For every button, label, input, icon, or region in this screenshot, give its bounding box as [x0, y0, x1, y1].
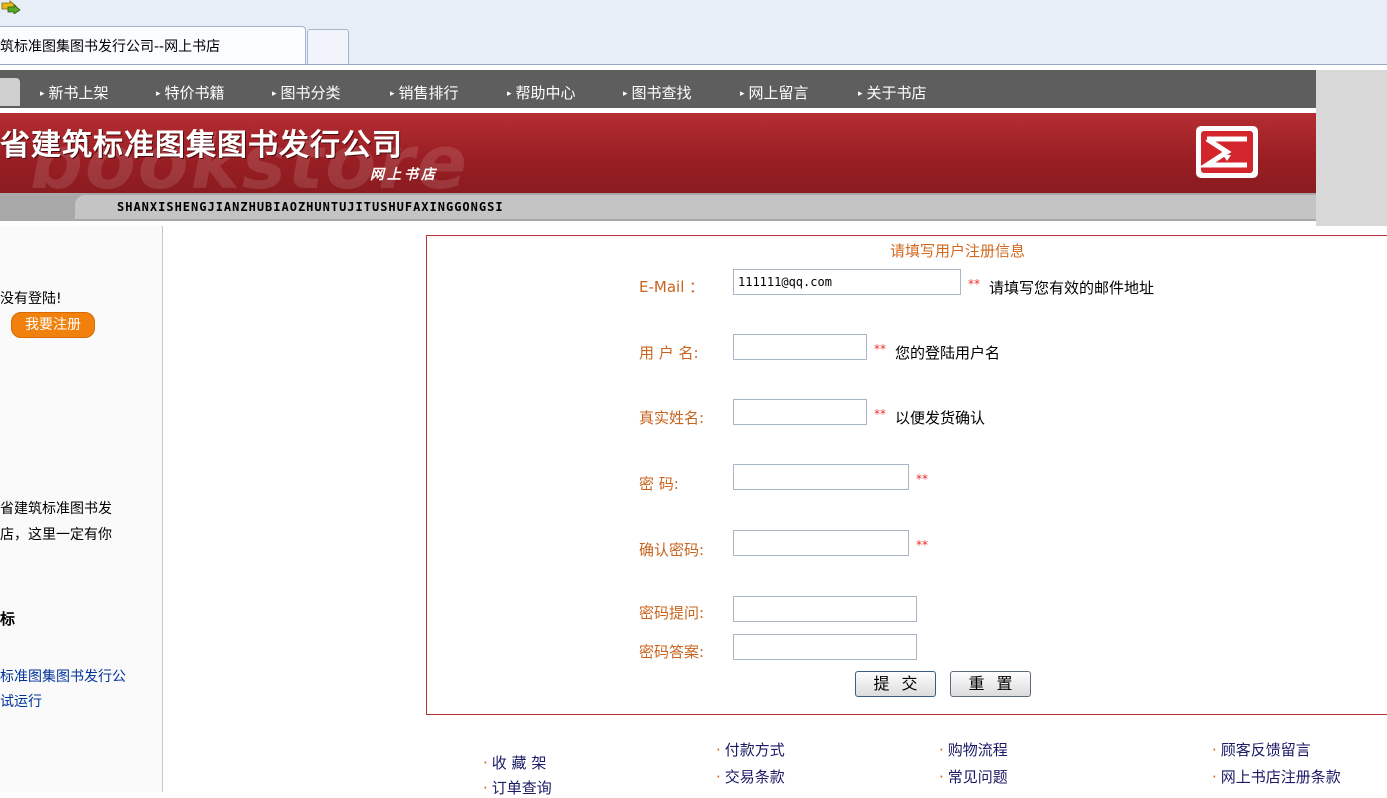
username-hint: 您的登陆用户名: [895, 344, 1001, 362]
realname-field[interactable]: [733, 399, 867, 425]
password-label: 密 码:: [639, 475, 679, 493]
arrow-right-icon: ▸: [40, 89, 45, 99]
arrow-right-icon: ▸: [623, 89, 628, 99]
company-pinyin: SHANXISHENGJIANZHUBIAOZHUNTUJITUSHUFAXIN…: [117, 200, 504, 214]
footer-link-favorites[interactable]: · 收 藏 架: [483, 752, 546, 773]
footer-link-feedback[interactable]: · 顾客反馈留言: [1212, 739, 1311, 760]
realname-label: 真实姓名:: [639, 409, 705, 427]
confirm-password-label: 确认密码:: [639, 541, 705, 559]
username-required-mark: **: [874, 342, 886, 356]
arrow-right-icon: ▸: [858, 89, 863, 99]
username-label: 用 户 名:: [639, 344, 699, 362]
footer-link-shopping-flow[interactable]: · 购物流程: [939, 739, 1008, 760]
intro-text-line2: 店，这里一定有你: [0, 527, 112, 543]
answer-label: 密码答案:: [639, 643, 705, 661]
nav-item-sales-ranking[interactable]: ▸ 销售排行: [390, 82, 459, 103]
form-title: 请填写用户注册信息: [890, 242, 1026, 260]
email-hint: 请填写您有效的邮件地址: [989, 279, 1155, 297]
footer-link-register-terms[interactable]: · 网上书店注册条款: [1212, 766, 1341, 787]
nav-item-categories[interactable]: ▸ 图书分类: [272, 82, 341, 103]
email-required-mark: **: [968, 277, 980, 291]
arrow-right-icon: ▸: [740, 89, 745, 99]
footer-link-terms[interactable]: · 交易条款: [716, 766, 785, 787]
realname-required-mark: **: [874, 407, 886, 421]
company-logo-mark: [1198, 131, 1253, 173]
site-title: 省建筑标准图集图书发行公司: [0, 128, 403, 163]
footer-link-payment[interactable]: · 付款方式: [716, 739, 785, 760]
nav-item-about[interactable]: ▸ 关于书店: [858, 82, 927, 103]
site-subtitle: 网上书店: [370, 167, 438, 183]
footer-link-faq[interactable]: · 常见问题: [939, 766, 1008, 787]
submit-button[interactable]: 提交: [855, 671, 936, 697]
arrow-right-icon: ▸: [272, 89, 277, 99]
nav-item-book-search[interactable]: ▸ 图书查找: [623, 82, 692, 103]
password-required-mark: **: [916, 472, 928, 486]
register-button[interactable]: 我要注册: [11, 312, 95, 338]
sidebar-section-heading: 标: [0, 610, 16, 628]
arrow-right-icon: ▸: [507, 89, 512, 99]
reset-button[interactable]: 重置: [950, 671, 1031, 697]
password-field[interactable]: [733, 464, 909, 490]
nav-item-help-center[interactable]: ▸ 帮助中心: [507, 82, 576, 103]
footer-link-order-query[interactable]: · 订单查询: [483, 777, 552, 798]
app-icon: [0, 0, 24, 15]
nav-item-new-books[interactable]: ▸ 新书上架: [40, 82, 109, 103]
news-link[interactable]: 标准图集图书发行公: [0, 666, 126, 686]
email-label: E-Mail ：: [639, 278, 705, 296]
nav-item-special-offers[interactable]: ▸ 特价书籍: [156, 82, 225, 103]
email-field[interactable]: [733, 269, 961, 295]
nav-home-tab[interactable]: [0, 78, 20, 106]
question-field[interactable]: [733, 596, 917, 622]
nav-item-guestbook[interactable]: ▸ 网上留言: [740, 82, 809, 103]
arrow-right-icon: ▸: [156, 89, 161, 99]
arrow-right-icon: ▸: [390, 89, 395, 99]
confirm-required-mark: **: [916, 538, 928, 552]
intro-text-line1: 省建筑标准图书发: [0, 501, 112, 517]
confirm-password-field[interactable]: [733, 530, 909, 556]
realname-hint: 以便发货确认: [895, 409, 986, 427]
username-field[interactable]: [733, 334, 867, 360]
answer-field[interactable]: [733, 634, 917, 660]
login-status: 没有登陆!: [0, 291, 62, 307]
browser-tab-title: 筑标准图集图书发行公司--网上书店: [0, 39, 221, 55]
news-link-line2[interactable]: 试运行: [0, 691, 42, 711]
page-right-gutter: [1316, 70, 1387, 226]
question-label: 密码提问:: [639, 604, 705, 622]
new-tab-button[interactable]: [307, 29, 349, 64]
